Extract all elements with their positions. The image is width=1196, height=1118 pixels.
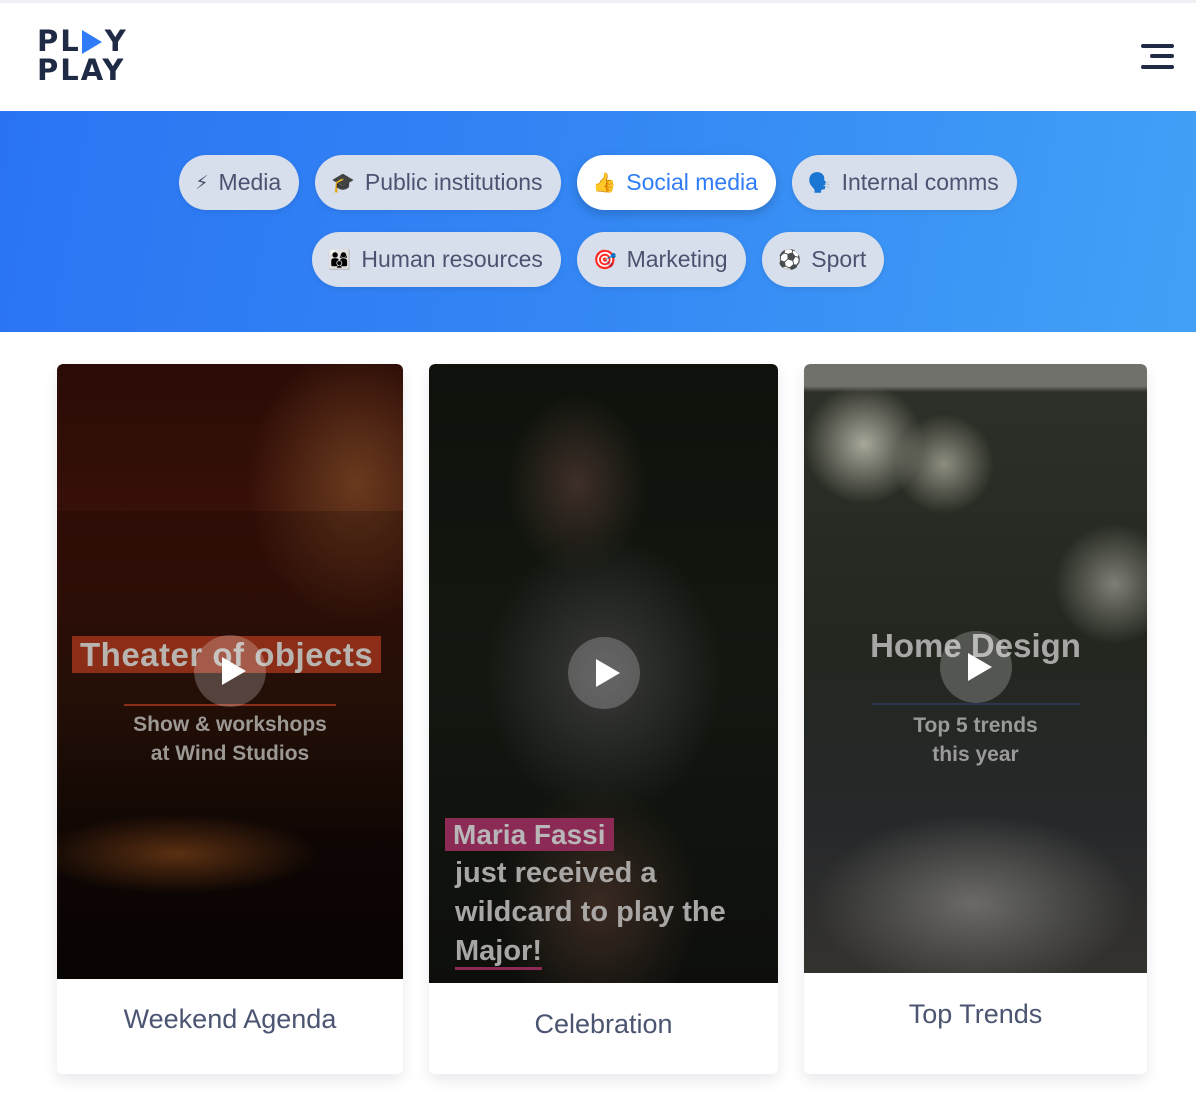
- logo-text: Y: [104, 24, 128, 58]
- target-icon: 🎯: [592, 249, 617, 271]
- menu-bar: [1141, 44, 1174, 48]
- template-card-celebration[interactable]: Maria Fassi just received a wildcard to …: [429, 364, 778, 1074]
- video-preview[interactable]: Theater of objects Show & workshops at W…: [57, 364, 403, 979]
- family-icon: 👨‍👩‍👦: [327, 249, 352, 271]
- chip-label: Social media: [626, 169, 758, 195]
- chip-label: Public institutions: [364, 169, 543, 195]
- category-chip-marketing[interactable]: 🎯 Marketing: [576, 232, 746, 287]
- chip-label: Media: [218, 169, 282, 195]
- video-body-text: just received a wildcard to play the Maj…: [455, 854, 775, 971]
- subtitle-line: Top 5 trends: [913, 714, 1038, 737]
- body-line: just received a: [455, 857, 657, 889]
- video-subtitle: Show & workshops at Wind Studios: [57, 710, 403, 768]
- category-chip-public-institutions[interactable]: 🎓 Public institutions: [315, 155, 561, 210]
- thumbs-up-icon: 👍: [592, 172, 617, 194]
- logo-text: PL: [37, 24, 81, 58]
- video-name-highlight: Maria Fassi: [445, 818, 614, 851]
- category-chip-internal-comms[interactable]: 🗣️ Internal comms: [791, 155, 1017, 210]
- play-button-icon[interactable]: [194, 635, 266, 707]
- video-subtitle: Top 5 trends this year: [804, 711, 1147, 769]
- soccer-ball-icon: ⚽: [777, 249, 802, 271]
- play-triangle-icon: [81, 29, 102, 54]
- chip-label: Marketing: [626, 246, 728, 272]
- play-button-icon[interactable]: [940, 631, 1012, 703]
- card-title: Weekend Agenda: [123, 1004, 337, 1034]
- body-line: wildcard to play the: [455, 896, 726, 928]
- category-row-2: 👨‍👩‍👦 Human resources 🎯 Marketing ⚽ Spor…: [0, 232, 1196, 287]
- play-button-icon[interactable]: [568, 637, 640, 709]
- playplay-logo[interactable]: PL Y PLAY: [37, 27, 127, 89]
- logo-line-1: PL Y: [37, 27, 127, 56]
- card-title: Top Trends: [908, 999, 1043, 1029]
- lightning-icon: ⚡: [195, 171, 209, 194]
- category-chip-social-media[interactable]: 👍 Social media: [576, 155, 776, 210]
- body-line-underlined: Major!: [455, 935, 542, 970]
- video-preview[interactable]: Home Design Top 5 trends this year: [804, 364, 1147, 973]
- menu-bar: [1141, 65, 1174, 69]
- hamburger-menu-icon[interactable]: [1140, 43, 1176, 73]
- subtitle-line: this year: [932, 743, 1019, 766]
- logo-line-2: PLAY: [37, 56, 127, 85]
- subtitle-line: at Wind Studios: [150, 742, 310, 765]
- category-row-1: ⚡ Media 🎓 Public institutions 👍 Social m…: [0, 155, 1196, 210]
- logo-text: PLAY: [37, 53, 126, 87]
- template-card-top-trends[interactable]: Home Design Top 5 trends this year Top T…: [804, 364, 1147, 1074]
- card-title: Celebration: [534, 1009, 673, 1039]
- menu-bar: [1150, 54, 1174, 58]
- site-header: PL Y PLAY: [0, 3, 1196, 111]
- category-chip-human-resources[interactable]: 👨‍👩‍👦 Human resources: [311, 232, 561, 287]
- subtitle-line: Show & workshops: [133, 713, 327, 736]
- divider: [871, 703, 1080, 705]
- category-filter-banner: ⚡ Media 🎓 Public institutions 👍 Social m…: [0, 111, 1196, 332]
- graduation-cap-icon: 🎓: [331, 172, 355, 194]
- speaking-head-icon: 🗣️: [807, 172, 832, 194]
- chip-label: Internal comms: [841, 169, 999, 195]
- chip-label: Human resources: [361, 246, 543, 272]
- chip-label: Sport: [811, 246, 867, 272]
- video-preview[interactable]: Maria Fassi just received a wildcard to …: [429, 364, 778, 983]
- template-card-weekend-agenda[interactable]: Theater of objects Show & workshops at W…: [57, 364, 403, 1074]
- category-chip-media[interactable]: ⚡ Media: [179, 155, 300, 210]
- category-chip-sport[interactable]: ⚽ Sport: [761, 232, 885, 287]
